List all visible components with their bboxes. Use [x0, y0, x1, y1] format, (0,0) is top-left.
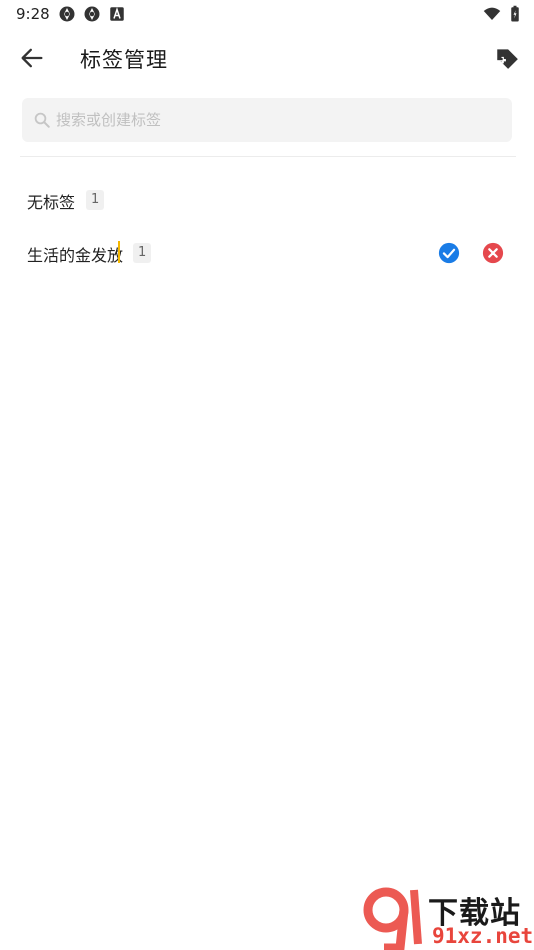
- status-bar: 9:28: [0, 0, 534, 28]
- app-bar: 标签管理: [0, 36, 534, 80]
- page-title: 标签管理: [80, 48, 168, 72]
- check-circle-icon: [438, 242, 460, 264]
- wifi-icon: [483, 5, 501, 23]
- arrow-left-icon: [21, 48, 43, 68]
- aperture-icon: [83, 5, 101, 23]
- divider: [20, 156, 516, 157]
- list-item[interactable]: 无标签 1: [0, 180, 534, 220]
- tag-name-editable[interactable]: 生活的金发放: [27, 242, 123, 266]
- back-button[interactable]: [18, 44, 46, 72]
- text-caret: [118, 241, 120, 263]
- tag-name: 无标签: [27, 193, 76, 212]
- watermark-logo-icon: [360, 886, 430, 950]
- cancel-button[interactable]: [482, 242, 504, 264]
- search-box[interactable]: [22, 98, 512, 142]
- add-tag-button[interactable]: [494, 45, 520, 71]
- confirm-button[interactable]: [438, 242, 460, 264]
- tag-count-badge: 1: [133, 243, 152, 263]
- tag-add-icon: [497, 49, 518, 69]
- search-icon: [33, 111, 51, 129]
- close-circle-icon: [482, 242, 504, 264]
- status-time: 9:28: [16, 5, 50, 23]
- search-input[interactable]: [56, 98, 496, 142]
- watermark-domain: 91xz.net: [432, 924, 534, 948]
- watermark: 下载站 91xz.net: [360, 886, 534, 950]
- aperture-icon: [58, 5, 76, 23]
- list-item-editing[interactable]: 生活的金发放 1: [0, 233, 534, 273]
- tag-count-badge: 1: [86, 190, 105, 210]
- font-a-icon: [108, 5, 126, 23]
- battery-icon: [506, 5, 524, 23]
